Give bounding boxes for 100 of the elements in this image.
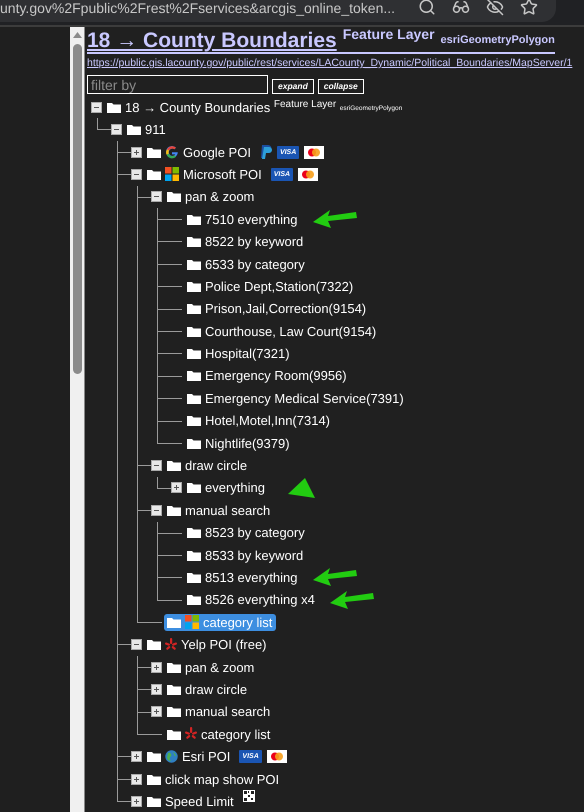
eye-off-icon[interactable] — [486, 0, 504, 16]
folder-icon — [107, 102, 121, 113]
folder-icon — [187, 348, 201, 360]
tree-item[interactable]: Prison,Jail,Correction(9154) — [184, 300, 370, 318]
collapse-toggle[interactable] — [131, 168, 142, 180]
collapse-toggle[interactable] — [111, 124, 122, 136]
scroll-up-icon[interactable] — [72, 32, 82, 38]
tree-item-label: pan & zoom — [185, 189, 254, 204]
tree-item-label: Courthouse, Law Court(9154) — [205, 324, 376, 339]
tree-item[interactable]: Google POI — [144, 144, 255, 161]
microsoft-logo-icon — [185, 615, 199, 630]
tree-item[interactable]: Nightlife(9379) — [184, 434, 294, 452]
collapse-toggle[interactable] — [91, 102, 102, 113]
microsoft-logo-icon — [165, 167, 179, 182]
tree-item[interactable]: pan & zoom — [164, 188, 258, 206]
tree-item-label: 8533 by keyword — [205, 548, 304, 563]
service-url-link[interactable]: https://public.gis.lacounty.gov/public/rest/services/LACounty_Dynamic/Political_Boundaries/MapServer/1 — [87, 57, 584, 70]
folder-icon — [187, 370, 201, 382]
tree-item[interactable]: Yelp POI (free) — [144, 636, 271, 654]
tree-item-label: Yelp POI (free) — [181, 637, 267, 652]
tree-item-label: category list — [203, 614, 272, 630]
search-icon[interactable] — [418, 0, 436, 16]
tree-item[interactable]: 8526 everything x4 — [184, 591, 319, 608]
folder-icon — [167, 662, 181, 673]
tree-item[interactable]: 8523 by category — [184, 524, 309, 542]
folder-icon — [147, 751, 161, 762]
tree-item-label: 8513 everything — [205, 570, 298, 585]
tree-item[interactable]: click map show POI — [144, 770, 284, 788]
tree-item-label: Google POI — [183, 144, 251, 160]
tree-item-label: 911 — [145, 122, 166, 138]
expand-toggle[interactable] — [151, 662, 162, 673]
scrollbar[interactable] — [70, 27, 85, 812]
tree-item-label: Police Dept,Station(7322) — [205, 278, 354, 294]
tree-item[interactable]: pan & zoom — [164, 658, 258, 676]
layer-title-link[interactable]: 18 → County Boundaries Feature Layer esriGeometryPolygon — [87, 29, 555, 54]
tree-item[interactable]: Police Dept,Station(7322) — [184, 278, 358, 295]
expand-toggle[interactable] — [151, 684, 162, 695]
tree-item-label: Hotel,Motel,Inn(7314) — [205, 413, 330, 428]
expand-toggle[interactable] — [171, 482, 182, 494]
address-text: unty.gov%2Fpublic%2Frest%2Fservices&arcgis_online_token... — [0, 0, 396, 16]
tree-item-label: Hospital(7321) — [205, 346, 290, 362]
folder-icon — [187, 280, 201, 292]
folder-icon — [167, 616, 181, 628]
expand-button[interactable]: expand — [272, 79, 314, 94]
tree-item[interactable]: Speed Limit — [144, 792, 238, 810]
expand-toggle[interactable] — [151, 706, 162, 718]
folder-icon — [187, 482, 201, 494]
star-icon[interactable] — [520, 0, 538, 16]
tree-item[interactable]: draw circle — [164, 680, 252, 698]
collapse-toggle[interactable] — [131, 639, 142, 650]
tree-item-label: Nightlife(9379) — [205, 436, 290, 451]
expand-toggle[interactable] — [131, 796, 142, 807]
tree-item-label: Prison,Jail,Correction(9154) — [205, 301, 366, 316]
collapse-button[interactable]: collapse — [318, 79, 364, 94]
pointer-arrow-icon — [330, 590, 374, 610]
tree-item[interactable]: Emergency Medical Service(7391) — [184, 390, 408, 407]
expand-toggle[interactable] — [131, 774, 142, 784]
folder-icon — [187, 594, 201, 606]
tree-item[interactable]: Esri POI — [144, 748, 234, 766]
expand-toggle[interactable] — [131, 146, 142, 158]
scroll-thumb[interactable] — [72, 44, 82, 374]
expand-toggle[interactable] — [131, 751, 142, 762]
folder-icon — [167, 728, 181, 740]
tree-item[interactable]: 6533 by category — [184, 256, 309, 273]
tree-item[interactable]: manual search — [164, 502, 274, 519]
tree-item[interactable]: 8513 everything — [184, 568, 302, 586]
pointer-arrow-icon — [312, 567, 357, 588]
tree-item[interactable]: 8522 by keyword — [184, 233, 308, 250]
mastercard-icon — [298, 168, 318, 181]
folder-icon — [167, 460, 181, 472]
collapse-toggle[interactable] — [151, 460, 162, 472]
tree-item[interactable]: 8533 by keyword — [184, 546, 308, 564]
paypal-logo-icon — [260, 145, 272, 160]
tree-item[interactable]: draw circle — [164, 457, 252, 474]
burst-logo-icon — [165, 638, 177, 652]
pointer-arrow-icon — [312, 209, 357, 230]
tree-item[interactable]: manual search — [164, 703, 274, 720]
filter-field[interactable]: filter by — [87, 75, 268, 94]
address-bar[interactable]: unty.gov%2Fpublic%2Frest%2Fservices&arcgis_online_token... — [0, 0, 556, 22]
collapse-toggle[interactable] — [151, 504, 162, 516]
tree-item[interactable]: Hospital(7321) — [184, 345, 294, 362]
collapse-toggle[interactable] — [151, 191, 162, 202]
folder-icon — [147, 146, 161, 158]
folder-icon — [127, 124, 141, 136]
glasses-icon[interactable] — [452, 0, 470, 16]
folder-icon — [147, 774, 161, 784]
tree-item[interactable]: category list — [164, 726, 274, 743]
tree-item[interactable]: 911 — [124, 121, 170, 138]
tree-item[interactable]: Hotel,Motel,Inn(7314) — [184, 412, 334, 430]
tree-item[interactable]: Courthouse, Law Court(9154) — [184, 322, 380, 340]
tree-item-label: draw circle — [185, 682, 248, 697]
tree-item-label: Esri POI — [182, 749, 230, 764]
tree-item[interactable]: everything — [184, 479, 269, 496]
tree-item[interactable]: 7510 everything — [184, 210, 302, 228]
tree-item[interactable]: Emergency Room(9956) — [184, 367, 351, 384]
tree-item[interactable]: Microsoft POI — [144, 166, 266, 183]
folder-icon — [187, 550, 201, 561]
folder-icon — [147, 168, 161, 180]
folder-icon — [187, 438, 201, 449]
folder-icon — [147, 639, 161, 650]
